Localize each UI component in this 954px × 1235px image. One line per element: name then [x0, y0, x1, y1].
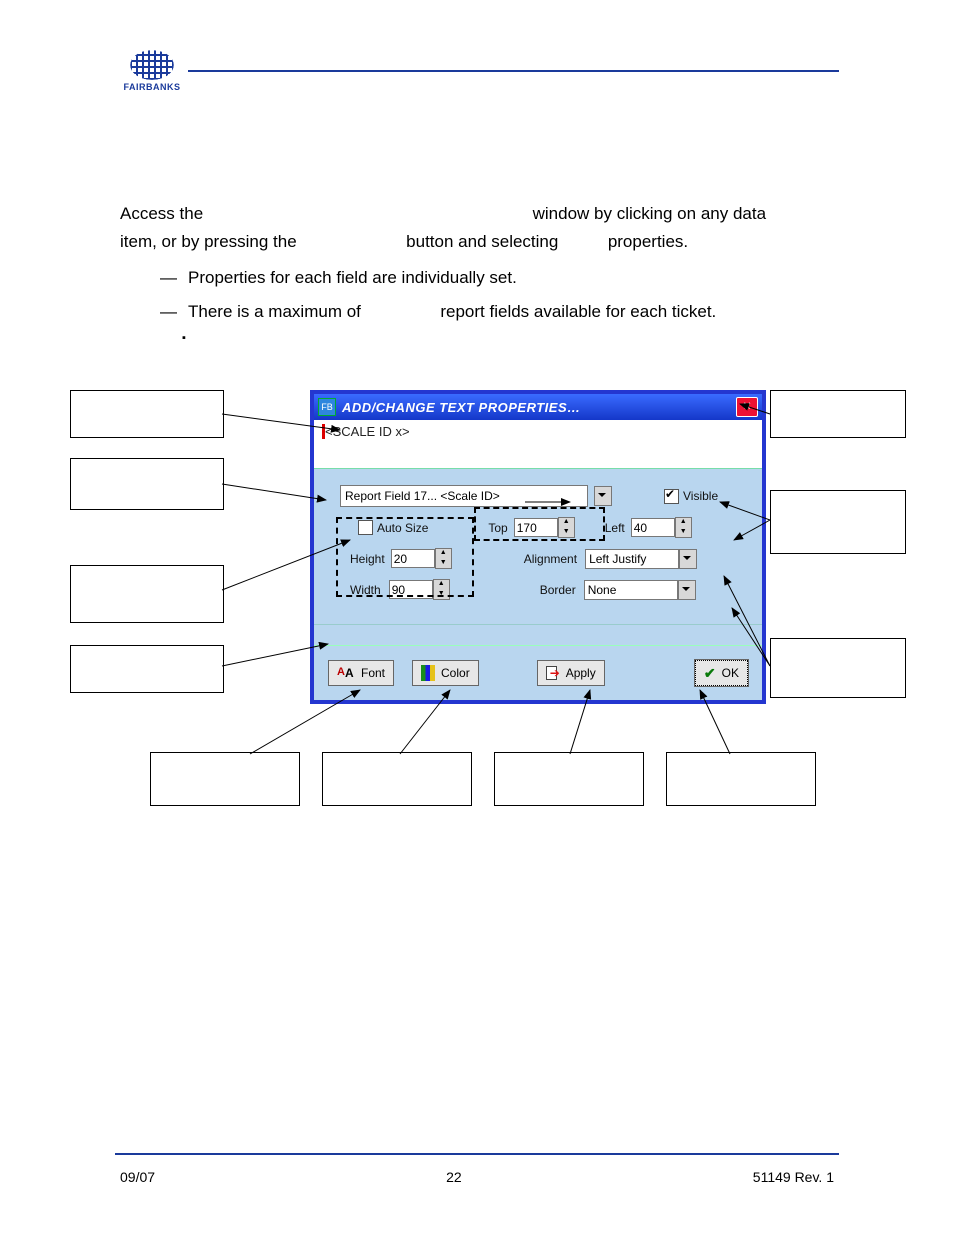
report-field-select[interactable]: Report Field 17... <Scale ID>: [340, 485, 588, 507]
apply-button-label: Apply: [566, 666, 596, 680]
bullet-frag: There is a maximum of: [188, 302, 361, 321]
preview-text: <SCALE ID x>: [322, 424, 410, 439]
check-icon: ✔: [704, 665, 716, 682]
bullet-item: There is a maximum of report fields avai…: [160, 298, 834, 326]
visible-checkbox[interactable]: [664, 489, 679, 504]
alignment-select[interactable]: Left Justify: [585, 549, 679, 569]
dialog-titlebar[interactable]: FB ADD/CHANGE TEXT PROPERTIES… ×: [314, 394, 762, 420]
para-frag: button and selecting: [406, 232, 558, 251]
highlight-box: [336, 517, 474, 597]
footer-page: 22: [446, 1169, 462, 1185]
color-button-label: Color: [441, 666, 470, 680]
border-select[interactable]: None: [584, 580, 678, 600]
bullet-frag: report fields available for each ticket.: [440, 302, 716, 321]
callout-box: [770, 390, 906, 438]
globe-icon: [130, 50, 174, 80]
callout-box: [70, 565, 224, 623]
sub-bullet-marker: ▪: [182, 332, 186, 344]
callout-box: [150, 752, 300, 806]
text-properties-dialog: FB ADD/CHANGE TEXT PROPERTIES… × <SCALE …: [310, 390, 766, 704]
chevron-down-icon[interactable]: [679, 549, 697, 569]
color-icon: [421, 665, 435, 681]
ok-button[interactable]: ✔ OK: [695, 660, 748, 686]
para-frag: item, or by pressing the: [120, 232, 297, 251]
app-icon: FB: [318, 398, 336, 416]
page-footer: 09/07 22 51149 Rev. 1: [120, 1169, 834, 1185]
body-text: Access the window by clicking on any dat…: [120, 200, 834, 332]
brand-name: FAIRBANKS: [120, 82, 184, 92]
footer-rev: 51149 Rev. 1: [753, 1169, 834, 1185]
para-frag: Access the: [120, 204, 203, 223]
callout-box: [666, 752, 816, 806]
chevron-down-icon[interactable]: [594, 486, 612, 506]
callout-box: [70, 390, 224, 438]
border-value: None: [588, 583, 617, 597]
preview-pane: <SCALE ID x>: [314, 420, 762, 469]
callout-box: [494, 752, 644, 806]
dialog-title: ADD/CHANGE TEXT PROPERTIES…: [342, 400, 736, 415]
color-button[interactable]: Color: [412, 660, 479, 686]
border-label: Border: [540, 583, 576, 597]
figure-area: FB ADD/CHANGE TEXT PROPERTIES… × <SCALE …: [70, 390, 904, 820]
callout-box: [70, 645, 224, 693]
para-frag: window by clicking on any data: [533, 204, 766, 223]
font-button[interactable]: A Font: [328, 660, 394, 686]
apply-icon: [546, 665, 560, 681]
bullet-item: Properties for each field are individual…: [160, 264, 834, 292]
close-icon[interactable]: ×: [736, 397, 758, 417]
chevron-down-icon[interactable]: [678, 580, 696, 600]
callout-box: [770, 490, 906, 554]
header-rule: [188, 70, 839, 72]
alignment-label: Alignment: [524, 552, 577, 566]
footer-rule: [115, 1153, 839, 1155]
callout-box: [322, 752, 472, 806]
brand-logo: FAIRBANKS: [120, 50, 184, 92]
ok-button-label: OK: [722, 666, 739, 680]
left-label: Left: [605, 521, 625, 535]
alignment-value: Left Justify: [589, 552, 646, 566]
spin-icon[interactable]: ▲▼: [675, 517, 692, 538]
apply-button[interactable]: Apply: [537, 660, 605, 686]
para-frag: properties.: [608, 232, 688, 251]
footer-date: 09/07: [120, 1169, 155, 1185]
font-icon: A: [337, 666, 355, 680]
callout-box: [770, 638, 906, 698]
visible-label: Visible: [683, 489, 718, 503]
left-input[interactable]: [631, 518, 675, 537]
report-field-value: Report Field 17... <Scale ID>: [345, 489, 500, 503]
font-button-label: Font: [361, 666, 385, 680]
highlight-box: [474, 507, 605, 541]
callout-box: [70, 458, 224, 510]
